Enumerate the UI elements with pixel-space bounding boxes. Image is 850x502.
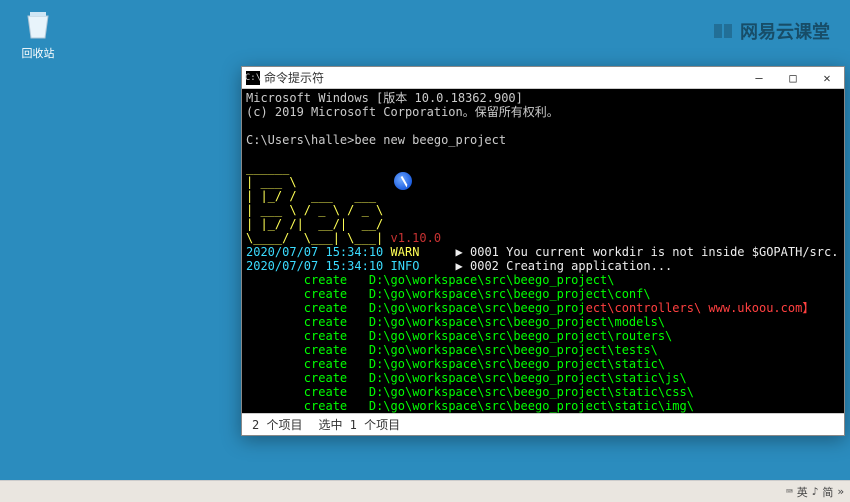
ime-mode[interactable]: ♪: [812, 485, 819, 498]
tray-chevron-icon[interactable]: »: [837, 485, 844, 498]
window-title: 命令提示符: [264, 69, 742, 86]
bee-version: v1.10.0: [391, 231, 442, 245]
path: D:\go\workspace\src\beego_proj: [369, 301, 586, 315]
path: D:\go\workspace\src\beego_project\static…: [369, 385, 694, 399]
overlay: www.ukoou.com】: [701, 301, 814, 315]
status-item-count: 2 个项目: [252, 416, 302, 433]
path: D:\go\workspace\src\beego_project\static…: [369, 371, 687, 385]
cmd-icon: C:\: [246, 71, 260, 85]
msg: ▶ 0002 Creating application...: [456, 259, 673, 273]
brand-watermark: 网易云课堂: [712, 18, 830, 44]
create: create: [304, 287, 347, 301]
path: D:\go\workspace\src\beego_project\static…: [369, 357, 665, 371]
ts: 2020/07/07 15:34:10: [246, 245, 383, 259]
create: create: [304, 329, 347, 343]
recycle-bin-label: 回收站: [14, 45, 62, 61]
create: create: [304, 385, 347, 399]
terminal-output[interactable]: Microsoft Windows [版本 10.0.18362.900] (c…: [242, 89, 844, 413]
create: create: [304, 357, 347, 371]
create: create: [304, 343, 347, 357]
watermark-text: 网易云课堂: [740, 18, 830, 44]
path: D:\go\workspace\src\beego_project\static…: [369, 399, 694, 413]
command-prompt-window: C:\ 命令提示符 — □ ✕ Microsoft Windows [版本 10…: [241, 66, 845, 436]
explorer-statusbar: 2 个项目 选中 1 个项目: [242, 413, 844, 435]
create: create: [304, 371, 347, 385]
window-titlebar[interactable]: C:\ 命令提示符 — □ ✕: [242, 67, 844, 89]
book-icon: [712, 22, 734, 40]
msg: ▶ 0001 You current workdir is not inside…: [456, 245, 839, 259]
command: bee new beego_project: [354, 133, 506, 147]
bee-logo: ______ | ___ \ | |_/ / ___ ___ | ___ \ /…: [246, 161, 391, 245]
line: (c) 2019 Microsoft Corporation。保留所有权利。: [246, 105, 559, 119]
recycle-bin[interactable]: 回收站: [14, 6, 62, 61]
minimize-button[interactable]: —: [742, 67, 776, 89]
close-button[interactable]: ✕: [810, 67, 844, 89]
path: D:\go\workspace\src\beego_project\models…: [369, 315, 665, 329]
line: Microsoft Windows [版本 10.0.18362.900]: [246, 91, 523, 105]
prompt: C:\Users\halle>: [246, 133, 354, 147]
path: D:\go\workspace\src\beego_project\: [369, 273, 615, 287]
maximize-button[interactable]: □: [776, 67, 810, 89]
create: create: [304, 315, 347, 329]
status-selection: 选中 1 个项目: [318, 416, 400, 433]
path: D:\go\workspace\src\beego_project\router…: [369, 329, 672, 343]
ts: 2020/07/07 15:34:10: [246, 259, 383, 273]
create: create: [304, 301, 347, 315]
create: create: [304, 273, 347, 287]
path: D:\go\workspace\src\beego_project\conf\: [369, 287, 651, 301]
create: create: [304, 399, 347, 413]
ime-simp[interactable]: 简: [822, 484, 833, 500]
level-info: INFO: [391, 259, 420, 273]
recycle-bin-icon: [20, 6, 56, 42]
ime-icon[interactable]: ⌨: [786, 485, 793, 498]
ime-lang[interactable]: 英: [797, 484, 808, 500]
system-tray[interactable]: ⌨ 英 ♪ 简 »: [786, 484, 844, 500]
overlay: ect\controllers\: [586, 301, 702, 315]
level-warn: WARN: [391, 245, 420, 259]
taskbar[interactable]: ⌨ 英 ♪ 简 »: [0, 480, 850, 502]
path: D:\go\workspace\src\beego_project\tests\: [369, 343, 658, 357]
